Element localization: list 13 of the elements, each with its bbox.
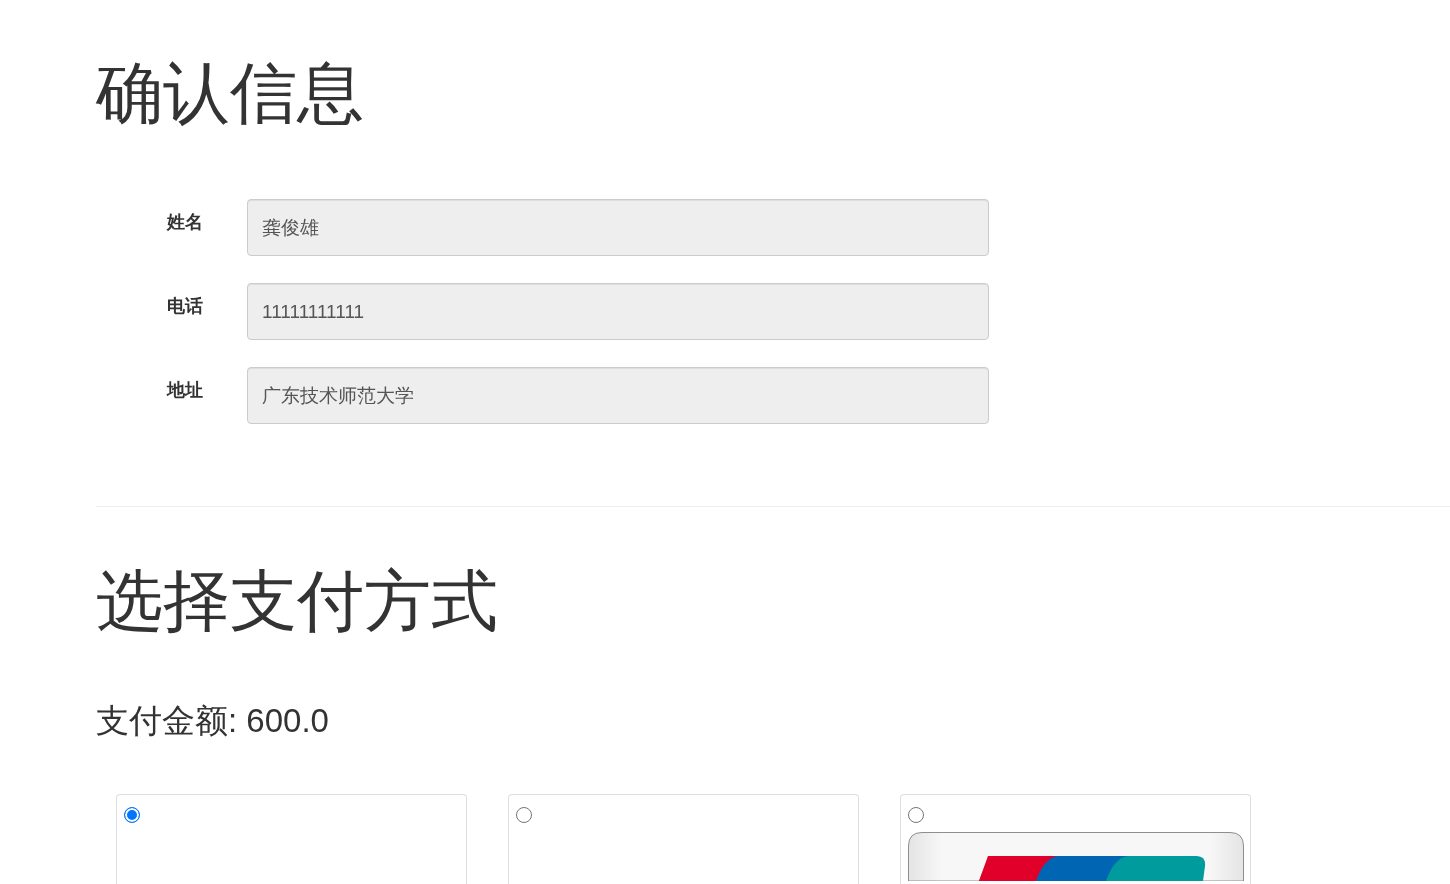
section-title: 选择支付方式 — [96, 564, 499, 638]
input-field[interactable]: 广东技术师范大学 — [247, 367, 989, 424]
field-label: 电话 — [167, 295, 204, 318]
payment-option-card[interactable] — [900, 794, 1251, 884]
field-label: 地址 — [167, 379, 204, 402]
radio-button[interactable] — [124, 807, 140, 823]
section-title: 确认信息 — [96, 56, 365, 130]
input-field[interactable]: 龚俊雄 — [247, 199, 989, 256]
amount-text: 支付金额: 600.0 — [96, 701, 329, 741]
radio-button[interactable] — [908, 807, 924, 823]
radio-button[interactable] — [516, 807, 532, 823]
input-field[interactable]: 11111111111 — [247, 283, 989, 340]
field-label: 姓名 — [167, 211, 204, 234]
